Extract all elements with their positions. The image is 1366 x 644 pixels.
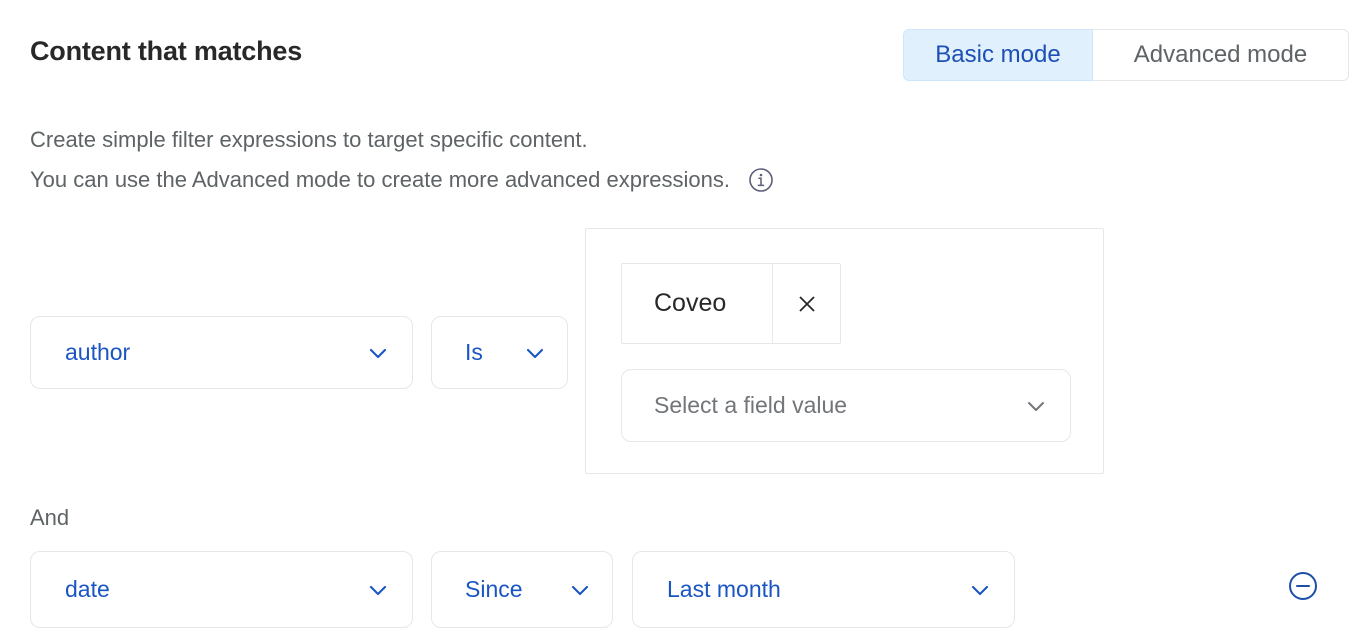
description-line-2: You can use the Advanced mode to create … xyxy=(30,167,730,192)
operator-select-is-label: Is xyxy=(465,339,483,365)
field-select-date-label: date xyxy=(65,576,110,602)
operator-select-since-label: Since xyxy=(465,576,523,602)
description-line-2-wrap: You can use the Advanced mode to create … xyxy=(30,160,774,200)
field-value-select-placeholder: Select a field value xyxy=(654,392,848,418)
tab-basic-mode[interactable]: Basic mode xyxy=(903,29,1093,81)
field-select-author[interactable]: author xyxy=(30,316,413,389)
field-select-author-label: author xyxy=(65,339,131,365)
filter-row: And date Since Last month xyxy=(0,500,1366,644)
chevron-down-icon xyxy=(366,341,390,365)
page-header: Content that matches Basic mode Advanced… xyxy=(0,0,1366,96)
value-select-last-month-label: Last month xyxy=(667,576,781,602)
chevron-down-icon xyxy=(523,341,547,365)
description-line-1: Create simple filter expressions to targ… xyxy=(30,127,588,152)
field-values-container: Coveo Select a field value xyxy=(585,228,1104,474)
field-value-select[interactable]: Select a field value xyxy=(621,369,1071,442)
field-value-chip-label: Coveo xyxy=(654,289,727,317)
chevron-down-icon xyxy=(968,578,992,602)
operator-select-since[interactable]: Since xyxy=(431,551,613,628)
chevron-down-icon xyxy=(568,578,592,602)
chevron-down-icon xyxy=(366,578,390,602)
field-value-chip: Coveo xyxy=(621,263,841,344)
mode-toggle-group: Basic mode Advanced mode xyxy=(903,29,1349,81)
info-icon[interactable] xyxy=(748,167,774,193)
chevron-down-icon xyxy=(1024,394,1048,418)
field-select-date[interactable]: date xyxy=(30,551,413,628)
tab-advanced-mode[interactable]: Advanced mode xyxy=(1093,29,1349,81)
conjunction-label: And xyxy=(30,505,70,530)
description-block: Create simple filter expressions to targ… xyxy=(30,120,774,200)
value-select-last-month[interactable]: Last month xyxy=(632,551,1015,628)
page-title: Content that matches xyxy=(30,36,303,66)
operator-select-is[interactable]: Is xyxy=(431,316,568,389)
close-icon[interactable] xyxy=(772,264,840,343)
filter-row: author Is Coveo Select a field value xyxy=(0,226,1366,600)
